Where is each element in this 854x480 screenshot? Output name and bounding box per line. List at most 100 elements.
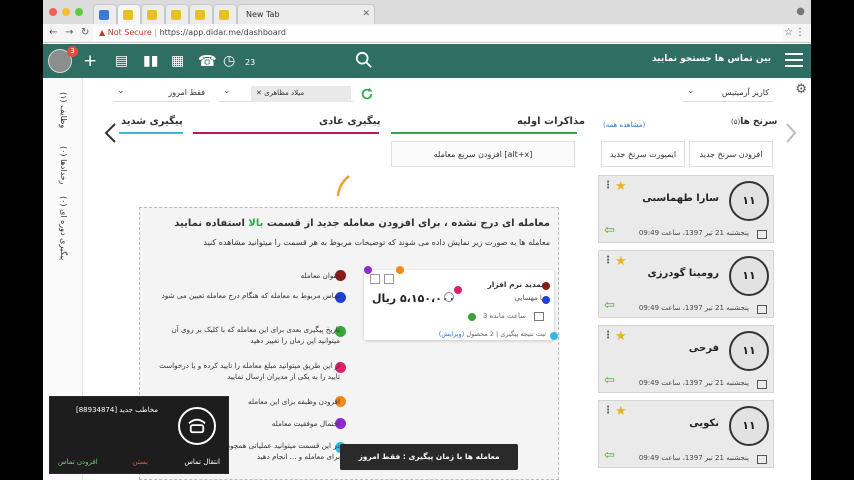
add-lead-button[interactable]: افزودن سرنخ جدید xyxy=(689,141,773,167)
minimize-window-icon[interactable] xyxy=(62,8,70,16)
marker-dot xyxy=(396,266,404,274)
report-chart-icon[interactable]: ▮▮ xyxy=(143,51,158,71)
legend-item: عنوان معامله xyxy=(300,271,340,280)
lead-avatar: ۱۱ xyxy=(729,256,769,296)
legend-item: تماس مربوط به معامله که هنگام درج معامله… xyxy=(161,291,340,300)
leads-view-all-link[interactable]: (مشاهده همه) xyxy=(603,121,645,129)
phone-icon xyxy=(178,407,216,445)
caller-title: مخاطب جدید [88934874] xyxy=(75,406,158,414)
lead-name: نکویی xyxy=(689,418,719,429)
reload-icon[interactable]: ↻ xyxy=(81,27,89,38)
lead-date: پنجشنبه 21 تیر 1397، ساعت 09:49 xyxy=(638,304,749,312)
maximize-window-icon[interactable] xyxy=(75,8,83,16)
filter-bar: ⌄ فقط امروز ⌄ ✕ میلاد مظاهری ⌄ کاریز آرم… xyxy=(83,78,811,110)
remove-chip-icon[interactable]: ✕ xyxy=(256,89,262,97)
kebab-menu-icon[interactable]: ⋮ xyxy=(603,330,613,341)
close-tab-icon[interactable]: ✕ xyxy=(362,9,370,19)
calculator-icon[interactable]: ▦ xyxy=(171,51,184,71)
marker-dot xyxy=(468,313,476,321)
calendar-icon[interactable] xyxy=(757,455,767,464)
refresh-icon[interactable] xyxy=(360,87,374,101)
browser-tabstrip: New Tab ✕ ● xyxy=(43,0,811,24)
lead-card[interactable]: ⋮ ★ ۱۱ فرحی ⇦ پنجشنبه 21 تیر 1397، ساعت … xyxy=(598,325,774,393)
marker-dot xyxy=(454,286,462,294)
marker-dot xyxy=(364,266,372,274)
scroll-left-icon[interactable] xyxy=(103,122,117,144)
browser-tab-new[interactable]: New Tab ✕ xyxy=(237,4,375,24)
menu-icon[interactable] xyxy=(785,53,803,69)
star-icon[interactable]: ★ xyxy=(615,254,627,269)
bookmark-star-icon[interactable]: ☆ xyxy=(784,27,793,38)
move-back-arrow-icon[interactable]: ⇦ xyxy=(604,448,615,463)
add-icon[interactable]: + xyxy=(83,51,97,71)
close-window-icon[interactable] xyxy=(49,8,57,16)
import-lead-button[interactable]: ایمپورت سرنخ جدید xyxy=(601,141,685,167)
user-chip[interactable]: ✕ میلاد مظاهری xyxy=(251,86,351,102)
lead-name: رومینا گودرزی xyxy=(647,268,719,279)
star-icon[interactable]: ★ xyxy=(615,329,627,344)
scroll-right-icon[interactable] xyxy=(785,122,797,144)
sample-deal-price: ۵،۱۵۰،۰۰۰ ریال xyxy=(372,292,456,305)
kebab-menu-icon[interactable]: ⋮ xyxy=(603,180,613,191)
app-header: 3 + ▤ ▮▮ ▦ ☎ ◷ 23 بین تماس ها جستجو نمای… xyxy=(43,44,811,78)
sample-deal-title: تمدید نرم افزار xyxy=(487,280,544,289)
transfer-call-button[interactable]: انتقال تماس xyxy=(184,458,220,466)
add-task-icon xyxy=(370,274,380,284)
contacts-icon[interactable]: ☎ xyxy=(198,51,217,71)
column-normal-title: پیگیری عادی xyxy=(319,116,381,127)
new-tab-label: New Tab xyxy=(246,10,280,19)
call-widget: مخاطب جدید [88934874] انتقال تماس بستن ا… xyxy=(49,396,229,474)
kebab-menu-icon[interactable]: ⋮ xyxy=(603,255,613,266)
help-subtitle: معامله ها به صورت زیر نمایش داده می شوند… xyxy=(203,238,550,247)
pipeline-select[interactable]: ⌄ کاریز آرمیتیس xyxy=(683,86,773,102)
kebab-menu-icon[interactable]: ⋮ xyxy=(603,405,613,416)
column-initial-underline xyxy=(391,132,577,134)
address-bar-row: ← → ↻ ▲ Not Secure | https://app.didar.m… xyxy=(43,24,811,43)
lead-avatar: ۱۱ xyxy=(729,331,769,371)
calendar-icon[interactable] xyxy=(757,380,767,389)
filter-toast: معامله ها با زمان پیگیری : فقط امروز xyxy=(340,444,518,470)
column-intense-title: پیگیری شدید xyxy=(121,116,183,127)
reminder-icon[interactable]: ◷ xyxy=(223,51,235,71)
forward-icon[interactable]: → xyxy=(65,27,73,38)
browser-menu-icon[interactable]: ⋮ xyxy=(795,27,805,38)
browser-tab[interactable] xyxy=(213,4,237,24)
profile-icon[interactable]: ● xyxy=(796,6,805,17)
invoice-icon[interactable]: ▤ xyxy=(115,51,128,71)
star-icon[interactable]: ★ xyxy=(615,179,627,194)
back-icon[interactable]: ← xyxy=(49,27,57,38)
sidebar-item-periodic[interactable]: پیگیری دوره ای (۰) xyxy=(59,196,68,260)
sidebar-item-events[interactable]: رخدادها (۰) xyxy=(59,146,68,185)
browser-tab[interactable] xyxy=(93,4,117,24)
lead-avatar: ۱۱ xyxy=(729,406,769,446)
search-icon[interactable] xyxy=(355,51,373,69)
lead-card[interactable]: ⋮ ★ ۱۱ نکویی ⇦ پنجشنبه 21 تیر 1397، ساعت… xyxy=(598,400,774,468)
add-contact-button[interactable]: افزودن تماس xyxy=(58,458,98,466)
browser-tab[interactable] xyxy=(189,4,213,24)
drive-favicon-icon xyxy=(99,10,109,20)
sidebar-item-tasks[interactable]: وظایف (۱) xyxy=(59,92,68,128)
star-icon[interactable]: ★ xyxy=(615,404,627,419)
browser-tab[interactable] xyxy=(141,4,165,24)
browser-tab[interactable] xyxy=(165,4,189,24)
close-call-button[interactable]: بستن xyxy=(132,458,148,466)
lead-card[interactable]: ⋮ ★ ۱۱ سارا طهماسبی ⇦ پنجشنبه 21 تیر 139… xyxy=(598,175,774,243)
move-back-arrow-icon[interactable]: ⇦ xyxy=(604,223,615,238)
period-select[interactable]: ⌄ فقط امروز xyxy=(113,86,209,102)
calendar-icon[interactable] xyxy=(757,305,767,314)
search-input[interactable]: بین تماس ها جستجو نمایید xyxy=(652,54,771,64)
calendar-icon[interactable] xyxy=(757,230,767,239)
lead-name: سارا طهماسبی xyxy=(642,193,719,204)
sample-deal-footer: ثبت نتیجه پیگیری | 2 محصول (ویرایش) xyxy=(438,330,546,338)
url-input[interactable]: ▲ Not Secure | https://app.didar.me/dash… xyxy=(93,26,783,41)
probability-circle-icon xyxy=(444,292,454,302)
move-back-arrow-icon[interactable]: ⇦ xyxy=(604,298,615,313)
quick-add-deal-button[interactable]: افزودن سریع معامله [alt+x] xyxy=(391,141,575,167)
chevron-down-icon: ⌄ xyxy=(687,86,695,96)
lead-card[interactable]: ⋮ ★ ۱۱ رومینا گودرزی ⇦ پنجشنبه 21 تیر 13… xyxy=(598,250,774,318)
move-back-arrow-icon[interactable]: ⇦ xyxy=(604,373,615,388)
sample-deal-time: 3 ساعت مانده xyxy=(482,312,526,320)
browser-tab-active[interactable] xyxy=(117,4,141,24)
url-text: https://app.didar.me/dashboard xyxy=(159,28,286,37)
settings-gear-icon[interactable]: ⚙ xyxy=(795,82,807,97)
